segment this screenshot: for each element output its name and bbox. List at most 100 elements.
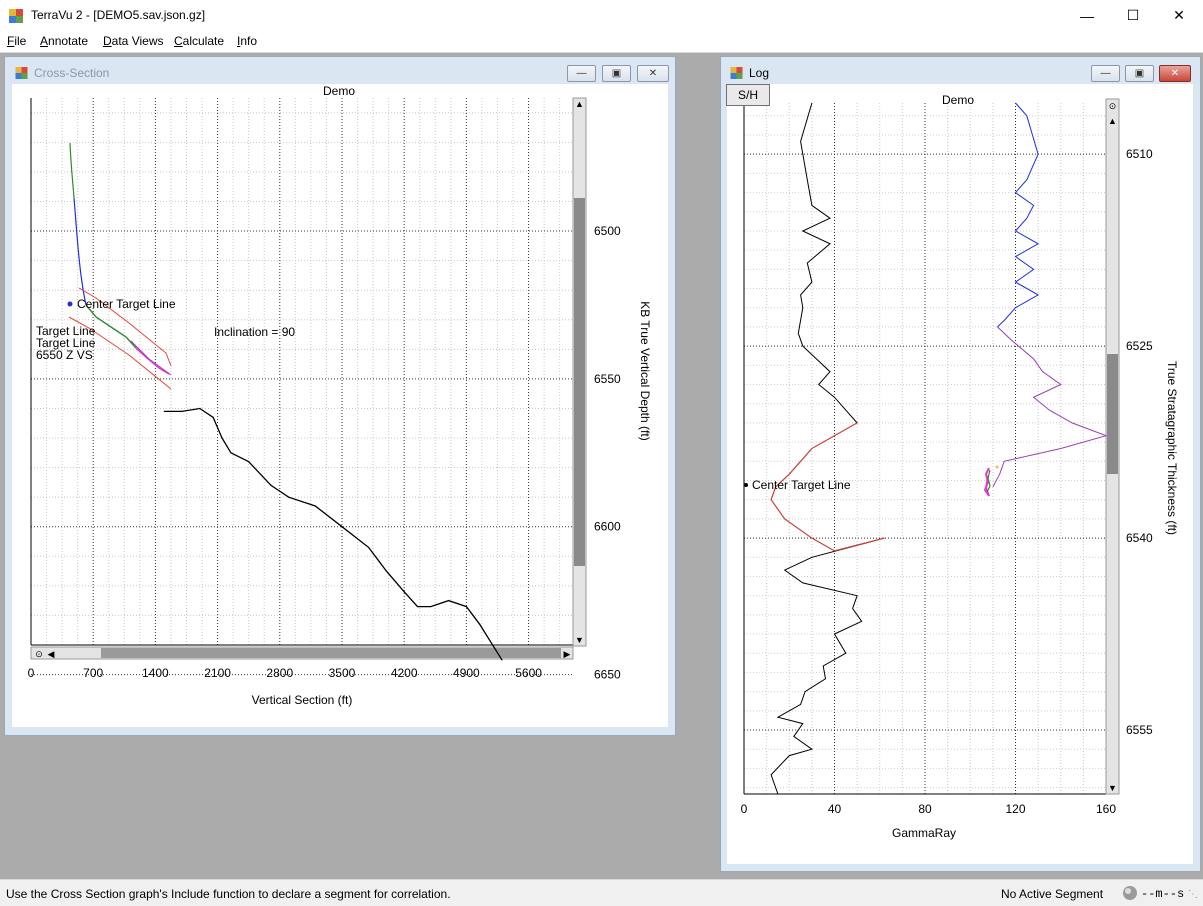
x-axis-title: GammaRay	[892, 826, 956, 840]
y-tick-label: 6540	[1126, 531, 1153, 545]
x-tick-label: 700	[83, 666, 103, 680]
x-tick-label: 4200	[391, 666, 418, 680]
vertical-scrollbar-thumb	[1107, 354, 1118, 474]
correlated-blue-curve	[997, 102, 1040, 328]
x-tick-label: 2800	[266, 666, 293, 680]
menu-data-views[interactable]: Data Views	[103, 34, 163, 48]
status-segment: No Active Segment	[1001, 887, 1104, 901]
cross-section-window-icon	[15, 67, 28, 79]
horizontal-scrollbar-thumb	[101, 648, 561, 658]
minimize-icon: —	[576, 68, 587, 79]
scroll-right-icon: ▶	[564, 649, 571, 659]
x-axis-title: Vertical Section (ft)	[252, 693, 353, 707]
cross-section-close-button[interactable]: ✕	[637, 65, 669, 82]
x-tick-label: 160	[1096, 802, 1116, 816]
zvs-label: 6550 Z VS	[36, 348, 93, 362]
wellbore-point	[181, 410, 183, 413]
y-tick-label: 6555	[1126, 723, 1153, 737]
log-window-title: Log	[749, 66, 770, 80]
cross-section-chart[interactable]: 0 700 1400 2100 2800 3500 4200 4900 5600 6500 6550…	[11, 83, 667, 723]
resize-grip-icon[interactable]: ⋱	[1188, 889, 1198, 900]
wellbore-point	[385, 570, 388, 572]
status-indicator-text: --m--s	[1141, 887, 1185, 901]
wellbore-point	[212, 416, 214, 418]
menu-bar: File Annotate Data Views Calculate Info	[0, 31, 1203, 53]
cross-section-chart-title: Demo	[323, 84, 355, 98]
inclination-label: Inclination = 90	[214, 325, 295, 339]
log-close-button[interactable]: ✕	[1159, 65, 1191, 82]
y-tick-label: 6510	[1126, 147, 1153, 161]
restore-icon: ▣	[611, 68, 622, 79]
wellbore-green-segment	[69, 142, 75, 199]
cross-section-restore-button[interactable]: ▣	[602, 65, 631, 82]
close-icon: ✕	[1173, 7, 1185, 23]
gamma-ray-curve	[770, 102, 885, 795]
log-chart-title: Demo	[942, 93, 974, 107]
y-tick-label: 6500	[594, 224, 621, 238]
y-axis-title: True Stratagraphic Thickness (ft)	[1165, 361, 1179, 535]
wellbore-point	[341, 526, 343, 528]
close-icon: ✕	[1170, 68, 1180, 79]
minimize-icon: —	[1080, 7, 1094, 24]
status-message: Use the Cross Section graph's Include fu…	[6, 887, 451, 901]
x-tick-label: 5600	[515, 666, 542, 680]
wellbore-point	[479, 623, 481, 625]
x-tick-label: 80	[918, 802, 932, 816]
wellbore-point	[248, 461, 250, 463]
wellbore-purple-overlay	[130, 340, 172, 376]
scroll-up-icon: ▲	[1108, 116, 1117, 126]
sh-button[interactable]: S/H	[726, 84, 770, 106]
log-minimize-button[interactable]: —	[1091, 65, 1120, 82]
maximize-icon: ☐	[1126, 7, 1140, 23]
menu-info[interactable]: Info	[237, 34, 257, 48]
wellbore-point	[465, 605, 467, 608]
scroll-down-icon: ▼	[575, 635, 584, 645]
wellbore-point	[221, 437, 223, 439]
menu-file[interactable]: File	[7, 34, 26, 48]
wellbore-point	[163, 410, 165, 413]
maximize-button[interactable]: ☐	[1110, 0, 1156, 31]
status-bar: Use the Cross Section graph's Include fu…	[0, 879, 1203, 906]
log-window-icon	[730, 67, 743, 79]
y-tick-label: 6525	[1126, 339, 1153, 353]
correlation-point	[995, 465, 999, 469]
x-tick-label: 120	[1005, 802, 1025, 816]
x-tick-label: 0	[741, 802, 748, 816]
wellbore-point	[368, 546, 370, 549]
wellbore-point	[416, 605, 419, 608]
wellbore-point	[403, 591, 405, 593]
zoom-icon: ⊙	[1109, 101, 1117, 111]
center-target-label: Center Target Line	[77, 297, 176, 311]
wellbore-point	[430, 605, 432, 608]
scroll-down-icon: ▼	[1108, 783, 1117, 793]
zoom-icon: ⊙	[35, 649, 43, 659]
log-restore-button[interactable]: ▣	[1125, 65, 1154, 82]
wellbore-point	[199, 407, 201, 410]
y-tick-label: 6550	[594, 372, 621, 386]
close-button[interactable]: ✕	[1156, 0, 1202, 31]
correlated-purple-curve	[992, 326, 1108, 488]
wellbore-point	[230, 452, 232, 454]
scroll-up-icon: ▲	[575, 99, 584, 109]
center-target-marker	[67, 301, 73, 307]
minimize-icon: —	[1100, 68, 1111, 79]
menu-annotate[interactable]: Annotate	[40, 34, 88, 48]
y-tick-label: 6650	[594, 668, 621, 682]
x-tick-label: 3500	[329, 666, 356, 680]
log-chart[interactable]: 0 40 80 120 160 6510 6525 6540 6555 ▲ ▼ ⊙ Demo GammaR…	[726, 84, 1192, 864]
status-indicator-icon	[1123, 886, 1137, 900]
app-title: TerraVu 2 - [DEMO5.sav.json.gz]	[31, 8, 206, 22]
wellbore-point	[314, 505, 316, 507]
y-tick-label: 6600	[594, 520, 621, 534]
close-icon: ✕	[648, 68, 658, 79]
menu-calculate[interactable]: Calculate	[174, 34, 224, 48]
cross-section-minimize-button[interactable]: —	[567, 65, 596, 82]
center-target-marker	[744, 483, 748, 487]
wellbore-point	[288, 496, 290, 498]
x-tick-label: 0	[28, 666, 35, 680]
x-tick-label: 1400	[142, 666, 169, 680]
minimize-button[interactable]: —	[1064, 0, 1110, 31]
vertical-scrollbar-thumb	[574, 198, 585, 566]
center-target-label: Center Target Line	[752, 478, 851, 492]
app-icon	[9, 9, 23, 23]
